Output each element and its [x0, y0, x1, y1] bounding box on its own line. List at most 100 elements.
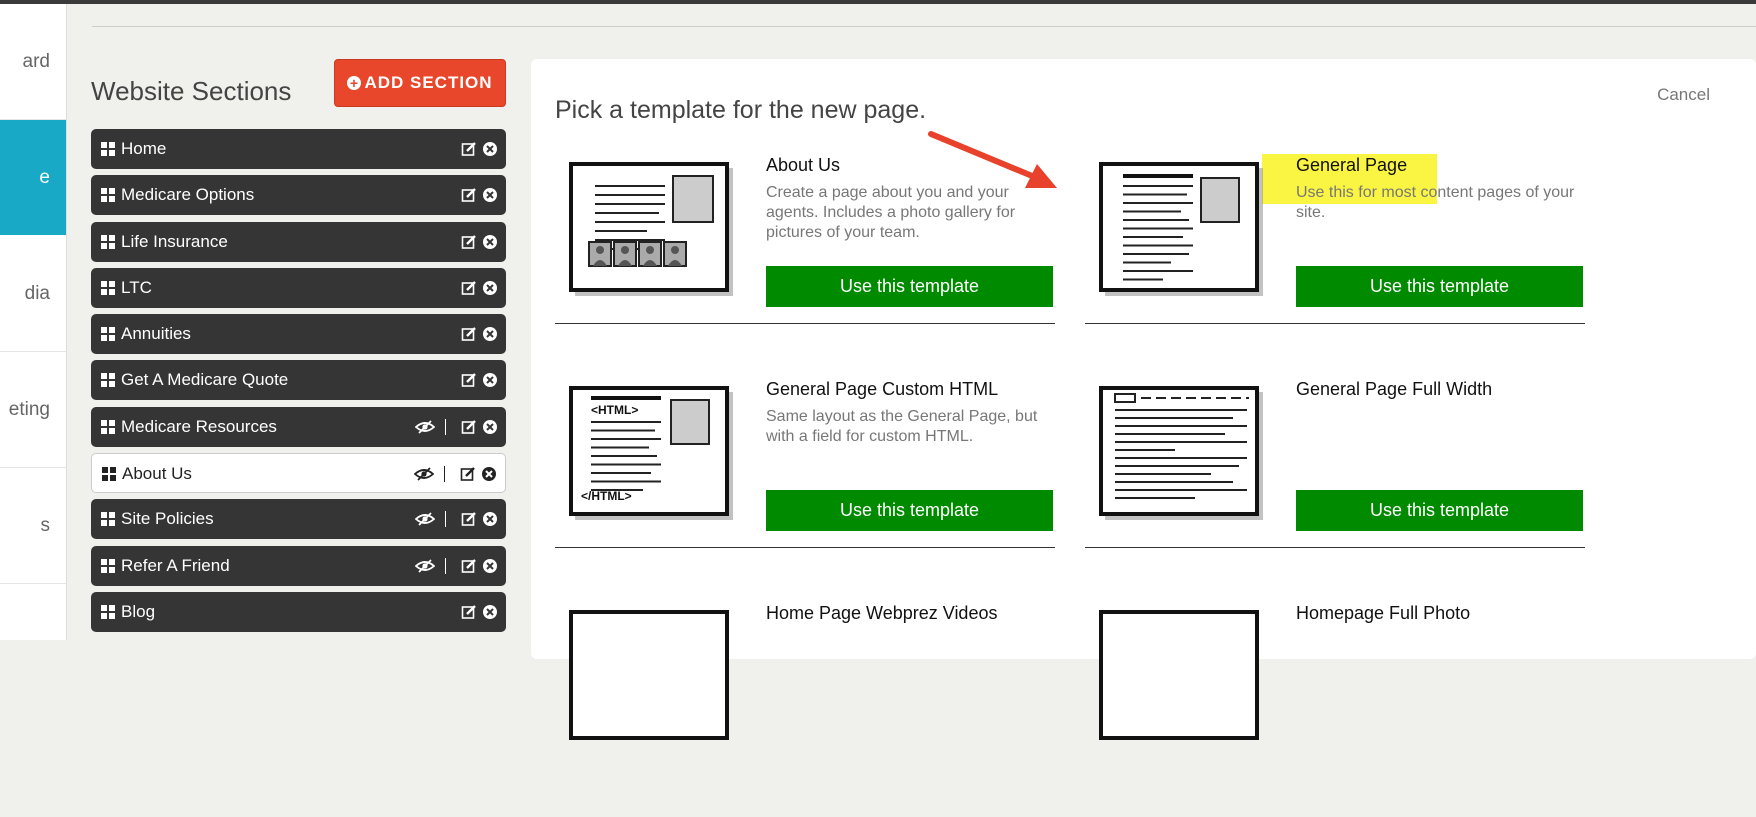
delete-icon[interactable]: [482, 234, 498, 250]
divider: [92, 26, 1756, 27]
edit-icon[interactable]: [461, 187, 477, 203]
hidden-eye-icon[interactable]: [414, 419, 436, 435]
edit-icon[interactable]: [461, 326, 477, 342]
section-item-label: Blog: [121, 601, 156, 621]
section-item-label: LTC: [121, 277, 152, 297]
svg-text:<HTML>: <HTML>: [591, 403, 638, 417]
section-item[interactable]: Annuities: [91, 314, 506, 355]
grid-icon: [101, 558, 115, 573]
edit-icon[interactable]: [461, 280, 477, 296]
section-item[interactable]: Get A Medicare Quote: [91, 360, 506, 401]
section-item[interactable]: Medicare Resources: [91, 406, 506, 447]
template-card: General Page Full Width Use this template: [1085, 369, 1585, 593]
template-thumbnail: [1099, 610, 1265, 746]
cancel-link[interactable]: Cancel: [1657, 85, 1710, 105]
section-item[interactable]: Life Insurance: [91, 221, 506, 262]
section-actions: [456, 187, 498, 203]
template-thumbnail: <HTML> </HTML>: [569, 386, 735, 522]
delete-icon[interactable]: [481, 466, 497, 482]
section-item[interactable]: Blog: [91, 591, 506, 632]
section-item[interactable]: Medicare Options: [91, 175, 506, 216]
edit-icon[interactable]: [461, 234, 477, 250]
template-name: General Page Custom HTML: [766, 379, 999, 399]
nav-item-label: s: [40, 514, 51, 536]
edit-icon[interactable]: [461, 604, 477, 620]
edit-icon[interactable]: [461, 511, 477, 527]
edit-icon[interactable]: [461, 141, 477, 157]
delete-icon[interactable]: [482, 326, 498, 342]
delete-icon[interactable]: [482, 372, 498, 388]
section-item-label: Home: [121, 139, 167, 158]
hidden-eye-icon[interactable]: [414, 511, 436, 527]
nav-item-website[interactable]: e: [0, 120, 66, 235]
section-actions: [409, 466, 497, 483]
edit-icon[interactable]: [461, 419, 477, 435]
section-item-label: About Us: [122, 464, 192, 484]
card-divider: [555, 547, 1055, 548]
template-description: Use this for most content pages of your …: [1296, 184, 1575, 221]
use-template-button[interactable]: Use this template: [1296, 490, 1583, 531]
red-arrow-annotation: [928, 131, 1057, 188]
use-template-button[interactable]: Use this template: [766, 266, 1053, 307]
section-actions: [456, 280, 498, 296]
section-item-label: Medicare Resources: [121, 416, 277, 436]
template-name: General Page: [1296, 155, 1408, 175]
delete-icon[interactable]: [482, 187, 498, 203]
nav-item-label: dia: [24, 282, 50, 304]
section-actions: [410, 511, 498, 528]
section-item-label: Get A Medicare Quote: [121, 370, 289, 390]
delete-icon[interactable]: [482, 511, 498, 527]
top-bar: [0, 0, 1756, 4]
separator: [445, 511, 446, 528]
grid-icon: [101, 327, 115, 342]
edit-icon[interactable]: [461, 558, 477, 574]
edit-icon[interactable]: [461, 372, 477, 388]
hidden-eye-icon[interactable]: [413, 466, 435, 482]
left-nav: ard e dia eting s: [0, 4, 67, 640]
delete-icon[interactable]: [482, 419, 498, 435]
section-actions: [456, 326, 498, 342]
template-name: Home Page Webprez Videos: [766, 603, 998, 623]
nav-item-settings[interactable]: s: [0, 468, 66, 584]
nav-item-media[interactable]: dia: [0, 236, 66, 352]
use-template-button[interactable]: Use this template: [1296, 266, 1583, 307]
sections-title: Website Sections: [91, 76, 292, 106]
section-item[interactable]: Home: [91, 129, 506, 169]
section-list: Home Medicare Options Life Insurance LTC Ann…: [91, 129, 506, 638]
section-item[interactable]: Refer A Friend: [91, 545, 506, 586]
template-name: About Us: [766, 155, 841, 175]
grid-icon: [101, 280, 115, 295]
svg-text:</HTML>: </HTML>: [581, 489, 632, 503]
delete-icon[interactable]: [482, 141, 498, 157]
section-item[interactable]: LTC: [91, 267, 506, 308]
section-item[interactable]: Site Policies: [91, 499, 506, 540]
grid-icon: [101, 373, 115, 388]
separator: [445, 557, 446, 574]
separator: [444, 466, 445, 483]
section-item-label: Refer A Friend: [121, 555, 230, 575]
use-template-button[interactable]: Use this template: [766, 490, 1053, 531]
nav-item-label: ard: [22, 50, 50, 72]
template-thumbnail: [569, 162, 735, 298]
section-actions: [456, 372, 498, 388]
template-thumbnail: [569, 610, 735, 746]
hidden-eye-icon[interactable]: [414, 558, 436, 574]
template-description: Same layout as the General Page, but wit…: [766, 408, 1038, 445]
delete-icon[interactable]: [482, 280, 498, 296]
section-item-label: Annuities: [121, 324, 191, 344]
add-section-button[interactable]: + ADD SECTION: [334, 59, 506, 107]
section-item-label: Site Policies: [121, 509, 214, 529]
separator: [445, 418, 446, 435]
nav-item-marketing[interactable]: eting: [0, 352, 66, 468]
picker-title: Pick a template for the new page.: [555, 96, 927, 124]
section-item-label: Medicare Options: [121, 185, 255, 205]
plus-circle-icon: +: [347, 76, 362, 90]
template-card: General Page Use this for most content pa…: [1085, 145, 1585, 369]
template-thumbnail: [1099, 386, 1265, 522]
nav-item-dashboard[interactable]: ard: [0, 4, 66, 120]
delete-icon[interactable]: [482, 604, 498, 620]
add-section-label: ADD SECTION: [364, 73, 493, 92]
delete-icon[interactable]: [482, 558, 498, 574]
section-item[interactable]: About Us: [91, 453, 506, 494]
edit-icon[interactable]: [460, 466, 476, 482]
